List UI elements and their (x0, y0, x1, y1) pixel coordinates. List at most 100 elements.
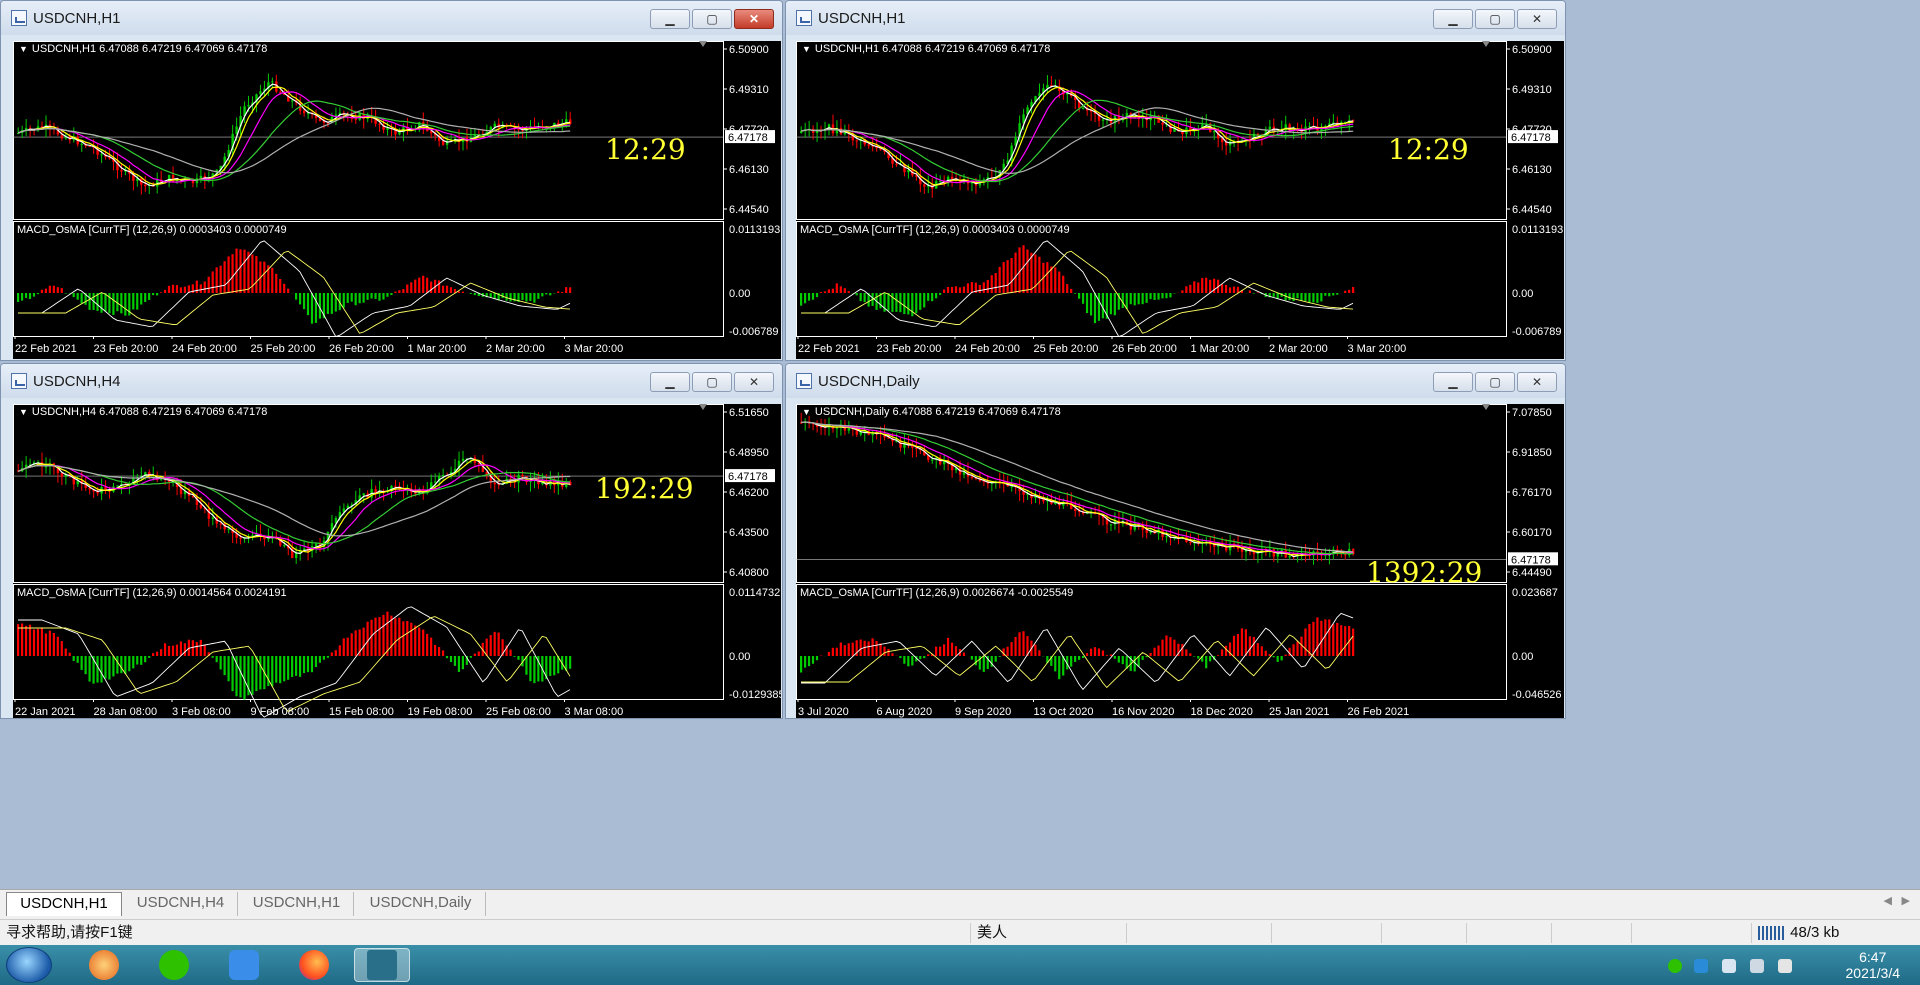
osma-bar (803, 293, 807, 304)
chart-canvas[interactable]: 6.50900 6.49310 6.47720 6.46130 6.44540 6.471… (796, 41, 1564, 359)
osma-bar (1248, 290, 1251, 293)
taskbar-app-trading[interactable] (354, 948, 410, 982)
osma-bar (461, 656, 464, 670)
volume-icon[interactable] (1750, 959, 1764, 973)
osma-bar (509, 293, 512, 302)
status-cell (1631, 923, 1751, 943)
candle-body (843, 132, 847, 135)
macd-signal-line (18, 250, 571, 334)
price-pane-border (796, 41, 1507, 220)
start-button[interactable] (6, 947, 52, 983)
osma-bar (1149, 652, 1152, 656)
tab-usdcnh-daily[interactable]: USDCNH,Daily (356, 892, 486, 916)
candle-body (895, 163, 898, 165)
osma-bar (990, 275, 993, 293)
minimize-button[interactable]: ▁ (1433, 9, 1473, 29)
shield-icon[interactable] (1694, 959, 1708, 973)
osma-bar (402, 289, 405, 293)
network-icon[interactable] (1722, 959, 1736, 973)
tab-usdcnh-h4[interactable]: USDCNH,H4 (124, 892, 238, 916)
osma-bar (314, 293, 318, 323)
window-titlebar[interactable]: USDCNH,H1 ▁ ▢ ✕ (786, 1, 1565, 35)
osma-bar (843, 645, 846, 656)
osma-bar (36, 293, 40, 295)
osma-bar (557, 291, 560, 293)
osma-bar (867, 641, 870, 656)
clock[interactable]: 6:47 2021/3/4 (1846, 949, 1901, 981)
osma-bar (362, 293, 365, 303)
ma-green-line (18, 100, 571, 182)
candle-body (80, 143, 83, 145)
signal-icon[interactable] (1778, 959, 1792, 973)
osma-bar (306, 293, 310, 316)
price-axis-label: 6.51650 (729, 407, 769, 419)
osma-bar (124, 293, 127, 316)
osma-bar (203, 645, 206, 656)
connection-status[interactable]: 48/3 kb (1751, 923, 1920, 943)
close-button[interactable]: ✕ (734, 372, 774, 392)
macd-axis-label: 0.0113193 (729, 224, 780, 236)
macd-signal-line (801, 634, 1354, 689)
candle-body (1268, 126, 1272, 130)
chart-window-usdcnh-h1[interactable]: USDCNH,H1 ▁ ▢ ✕ 6.50900 6.49310 6.47720 6.4… (0, 0, 783, 361)
close-button[interactable]: ✕ (1517, 372, 1557, 392)
time-axis-label: 3 Mar 20:00 (1348, 343, 1407, 355)
maximize-button[interactable]: ▢ (692, 372, 732, 392)
osma-bar (437, 280, 441, 293)
maximize-button[interactable]: ▢ (1475, 9, 1515, 29)
osma-bar (1260, 646, 1263, 656)
time-axis-label: 26 Feb 20:00 (1112, 343, 1177, 355)
osma-bar (1185, 286, 1188, 293)
osma-bar (1344, 626, 1347, 656)
osma-bar (942, 644, 946, 656)
taskbar-app-wechat[interactable] (146, 948, 202, 982)
osma-bar (994, 273, 997, 293)
osma-bar (378, 293, 381, 301)
osma-bar (1344, 290, 1347, 293)
osma-bar (891, 293, 894, 312)
osma-bar (1054, 656, 1057, 672)
osma-bar (159, 292, 163, 293)
minimize-button[interactable]: ▁ (650, 372, 690, 392)
chart-canvas[interactable]: 7.07850 6.91850 6.76170 6.60170 6.44490 6.471… (796, 404, 1564, 718)
chart-window-usdcnh-daily[interactable]: USDCNH,Daily ▁ ▢ ✕ 7.07850 6.91850 6.76170… (785, 363, 1566, 719)
osma-bar (271, 656, 274, 687)
tab-scroll-left-icon[interactable]: ◀ (1884, 894, 1892, 907)
current-price-label: 6.47178 (728, 132, 768, 144)
price-axis-label: 6.60170 (1512, 527, 1552, 539)
chart-canvas[interactable]: 6.50900 6.49310 6.47720 6.46130 6.44540 6.471… (13, 41, 781, 359)
tab-usdcnh-h1-2[interactable]: USDCNH,H1 (240, 892, 354, 916)
minimize-button[interactable]: ▁ (1433, 372, 1473, 392)
osma-bar (171, 284, 175, 293)
candle-body (493, 482, 496, 485)
osma-bar (24, 625, 28, 656)
osma-bar (175, 285, 179, 293)
candle-body (291, 100, 294, 102)
chart-window-usdcnh-h4[interactable]: USDCNH,H4 ▁ ▢ ✕ 6.51650 6.48950 6.46200 6.4… (0, 363, 783, 719)
current-price-label: 6.47178 (728, 471, 768, 483)
osma-bar (287, 288, 290, 293)
osma-bar (851, 642, 854, 656)
close-button[interactable]: ✕ (734, 9, 774, 29)
window-titlebar[interactable]: USDCNH,H4 ▁ ▢ ✕ (1, 364, 782, 398)
maximize-button[interactable]: ▢ (1475, 372, 1515, 392)
close-button[interactable]: ✕ (1517, 9, 1557, 29)
osma-bar (362, 627, 365, 656)
taskbar-app-firefox[interactable] (286, 948, 342, 982)
wechat-tray-icon[interactable] (1668, 959, 1682, 973)
tab-scroll-right-icon[interactable]: ▶ (1902, 894, 1910, 907)
minimize-button[interactable]: ▁ (650, 9, 690, 29)
osma-bar (414, 279, 417, 293)
window-titlebar[interactable]: USDCNH,H1 ▁ ▢ ✕ (1, 1, 782, 35)
chart-canvas[interactable]: 6.51650 6.48950 6.46200 6.43500 6.40800 6.471… (13, 404, 781, 718)
taskbar-app-browser[interactable] (76, 948, 132, 982)
osma-bar (1252, 636, 1255, 656)
maximize-button[interactable]: ▢ (692, 9, 732, 29)
tab-usdcnh-h1[interactable]: USDCNH,H1 (6, 892, 122, 916)
window-titlebar[interactable]: USDCNH,Daily ▁ ▢ ✕ (786, 364, 1565, 398)
chart-window-usdcnh-h1-2[interactable]: USDCNH,H1 ▁ ▢ ✕ 6.50900 6.49310 6.47720 6.4… (785, 0, 1566, 361)
price-axis-label: 7.07850 (1512, 407, 1552, 419)
taskbar-app-notes[interactable] (216, 948, 272, 982)
price-axis-label: 6.48950 (729, 447, 769, 459)
osma-bar (148, 656, 151, 658)
